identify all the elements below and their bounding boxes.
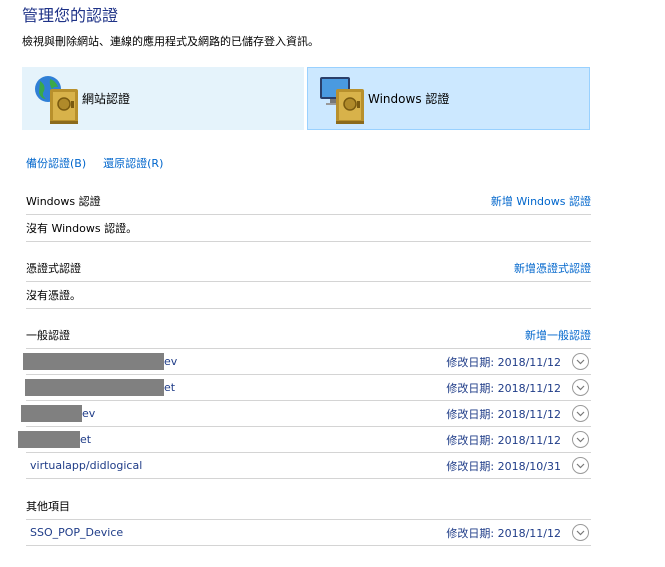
restore-credentials-link[interactable]: 還原認證(R) xyxy=(103,157,163,170)
generic-credentials-section: 一般認證 新增一般認證 ev 修改日期: 2018/11/12 et 修改日期:… xyxy=(18,322,591,479)
credential-row[interactable]: ev 修改日期: 2018/11/12 xyxy=(21,401,591,427)
credential-name: ev xyxy=(164,355,178,368)
page-subtitle: 檢視與刪除網站、連線的應用程式及網路的已儲存登入資訊。 xyxy=(22,35,319,48)
credential-name: virtualapp/didlogical xyxy=(30,459,143,472)
credential-row[interactable]: et 修改日期: 2018/11/12 xyxy=(18,427,591,453)
modified-date-value: 2018/11/12 xyxy=(497,381,561,395)
credential-row[interactable]: SSO_POP_Device 修改日期: 2018/11/12 xyxy=(26,520,591,546)
empty-message: 沒有 Windows 認證。 xyxy=(26,215,591,242)
modified-date-label: 修改日期: xyxy=(446,381,495,395)
modified-date-label: 修改日期: xyxy=(446,407,495,421)
expand-chevron-icon[interactable] xyxy=(572,379,589,396)
redacted-name-block xyxy=(25,379,164,396)
section-title: Windows 認證 xyxy=(26,195,101,208)
modified-date: 修改日期: 2018/11/12 xyxy=(446,432,561,448)
windows-credentials-section: Windows 認證 新增 Windows 認證 沒有 Windows 認證。 xyxy=(26,188,591,242)
section-header: Windows 認證 新增 Windows 認證 xyxy=(26,188,591,215)
credential-name: et xyxy=(164,381,176,394)
section-title: 憑證式認證 xyxy=(26,262,81,275)
add-windows-credential-link[interactable]: 新增 Windows 認證 xyxy=(491,193,591,209)
modified-date-value: 2018/11/12 xyxy=(497,526,561,540)
add-generic-credential-link[interactable]: 新增一般認證 xyxy=(525,327,591,343)
modified-date: 修改日期: 2018/11/12 xyxy=(446,354,561,370)
modified-date: 修改日期: 2018/11/12 xyxy=(446,525,561,541)
modified-date-label: 修改日期: xyxy=(446,526,495,540)
backup-credentials-link[interactable]: 備份認證(B) xyxy=(26,157,86,170)
certificate-credentials-section: 憑證式認證 新增憑證式認證 沒有憑證。 xyxy=(26,255,591,309)
expand-chevron-icon[interactable] xyxy=(572,405,589,422)
windows-credentials-label: Windows 認證 xyxy=(368,92,450,106)
modified-date-value: 2018/10/31 xyxy=(497,459,561,473)
section-header: 其他項目 xyxy=(26,493,591,520)
web-credentials-label: 網站認證 xyxy=(82,92,131,106)
modified-date-label: 修改日期: xyxy=(446,459,495,473)
expand-chevron-icon[interactable] xyxy=(572,353,589,370)
credential-row[interactable]: ev 修改日期: 2018/11/12 xyxy=(23,349,591,375)
backup-restore-links: 備份認證(B) 還原認證(R) xyxy=(26,155,163,171)
expand-chevron-icon[interactable] xyxy=(572,431,589,448)
modified-date-value: 2018/11/12 xyxy=(497,407,561,421)
expand-chevron-icon[interactable] xyxy=(572,524,589,541)
section-header: 憑證式認證 新增憑證式認證 xyxy=(26,255,591,282)
credential-row[interactable]: et 修改日期: 2018/11/12 xyxy=(25,375,591,401)
modified-date-value: 2018/11/12 xyxy=(497,433,561,447)
windows-credentials-tile[interactable]: Windows 認證 xyxy=(307,67,590,130)
credential-name: et xyxy=(80,433,92,446)
modified-date-label: 修改日期: xyxy=(446,433,495,447)
page-title: 管理您的認證 xyxy=(22,6,119,25)
redacted-name-block xyxy=(23,353,164,370)
empty-message: 沒有憑證。 xyxy=(26,282,591,309)
credential-name: SSO_POP_Device xyxy=(30,526,124,539)
credential-name: ev xyxy=(82,407,96,420)
section-header: 一般認證 新增一般認證 xyxy=(26,322,591,349)
other-items-section: 其他項目 SSO_POP_Device 修改日期: 2018/11/12 xyxy=(26,493,591,546)
modified-date-label: 修改日期: xyxy=(446,355,495,369)
section-title: 其他項目 xyxy=(26,500,70,513)
add-certificate-credential-link[interactable]: 新增憑證式認證 xyxy=(514,260,591,276)
web-credentials-tile[interactable]: 網站認證 xyxy=(22,67,304,130)
redacted-name-block xyxy=(21,405,82,422)
modified-date: 修改日期: 2018/11/12 xyxy=(446,380,561,396)
modified-date: 修改日期: 2018/10/31 xyxy=(446,458,561,474)
modified-date: 修改日期: 2018/11/12 xyxy=(446,406,561,422)
credential-row[interactable]: virtualapp/didlogical 修改日期: 2018/10/31 xyxy=(26,453,591,479)
windows-credential-vault-icon xyxy=(316,71,368,127)
expand-chevron-icon[interactable] xyxy=(572,457,589,474)
redacted-name-block xyxy=(18,431,80,448)
modified-date-value: 2018/11/12 xyxy=(497,355,561,369)
section-title: 一般認證 xyxy=(26,329,70,342)
web-credential-vault-icon xyxy=(30,71,82,127)
